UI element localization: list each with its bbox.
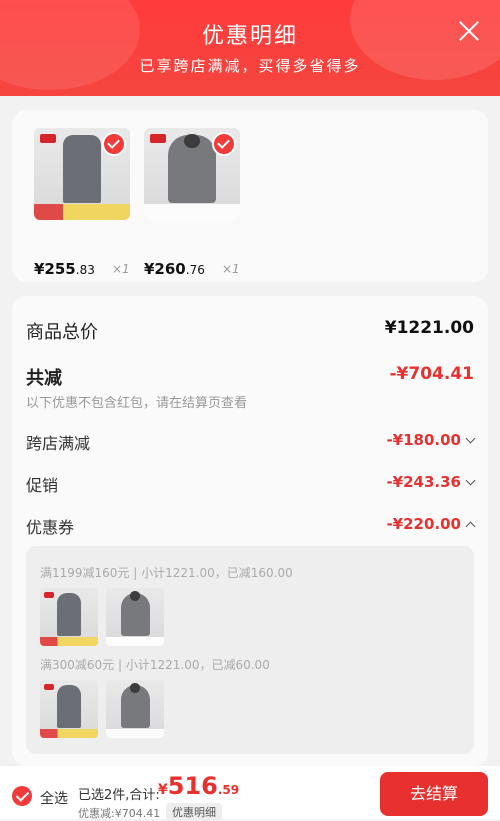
total-reduce-value: -¥704.41	[389, 364, 475, 384]
coupon-group-text: 满300减60元 | 小计1221.00，已减60.00	[40, 658, 270, 672]
chevron-down-icon	[465, 433, 476, 444]
product-quantity: ×1	[222, 262, 240, 276]
coupon-group-text: 满1199减160元 | 小计1221.00，已减160.00	[40, 566, 293, 580]
total-amount: ¥516.59	[158, 772, 240, 800]
selected-check-icon[interactable]	[212, 132, 236, 156]
group-product-image-jacket	[106, 588, 164, 646]
group-product-image-jacket	[106, 680, 164, 738]
checkout-bar: 全选 已选2件,合计: ¥516.59 优惠减:¥704.41 优惠明细 去结算	[0, 766, 500, 821]
chevron-down-icon	[465, 475, 476, 486]
discount-header: 优惠明细 已享跨店满减，买得多省得多	[0, 0, 500, 96]
product-item[interactable]: ¥260.76 ×1	[144, 128, 240, 278]
total-price-label: 商品总价	[26, 322, 98, 343]
product-price: ¥255.83	[34, 260, 95, 278]
checkout-button[interactable]: 去结算	[380, 772, 488, 816]
group-product-image-jeans	[40, 588, 98, 646]
discount-detail-toggle[interactable]: 优惠明细	[166, 803, 222, 821]
total-price-value: ¥1221.00	[384, 318, 474, 338]
product-item[interactable]: ¥255.83 ×1	[34, 128, 130, 278]
close-icon[interactable]	[458, 20, 480, 42]
group-product-image-jeans	[40, 680, 98, 738]
discount-note: 以下优惠不包含红包，请在结算页查看	[26, 396, 248, 411]
select-all-check-icon[interactable]	[12, 786, 32, 806]
selected-summary: 已选2件,合计:	[78, 788, 160, 803]
coupon-groups: 满1199减160元 | 小计1221.00，已减160.00 满300减60元…	[26, 546, 474, 754]
page-title: 优惠明细	[201, 24, 298, 49]
selected-products-card: ¥255.83 ×1 ¥260.76 ×1	[12, 110, 488, 282]
selected-check-icon[interactable]	[102, 132, 126, 156]
product-price: ¥260.76	[144, 260, 205, 278]
total-reduce-label: 共减	[26, 368, 62, 389]
discount-detail-card: 商品总价 ¥1221.00 共减 -¥704.41 以下优惠不包含红包，请在结算…	[12, 296, 488, 766]
product-quantity: ×1	[112, 262, 130, 276]
select-all-label[interactable]: 全选	[40, 788, 68, 808]
chevron-up-icon	[465, 521, 476, 532]
page-subtitle: 已享跨店满减，买得多省得多	[139, 57, 361, 75]
